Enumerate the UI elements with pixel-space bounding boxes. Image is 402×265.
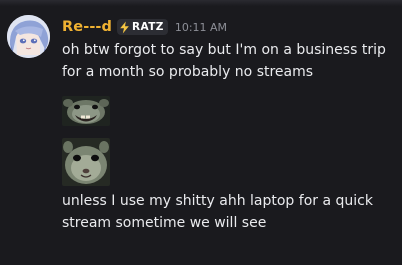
message-line: for a month so probably no streams (62, 64, 314, 80)
chat-view: Re---d RATZ 10:11 AM oh btw forgot to sa… (0, 0, 402, 265)
message-line: stream sometime we will see (62, 215, 267, 231)
staring-rat-emoji[interactable] (62, 138, 110, 186)
username[interactable]: Re---d (62, 19, 112, 35)
server-tag[interactable]: RATZ (117, 19, 168, 35)
avatar[interactable] (7, 15, 50, 58)
message-line: unless I use my shitty ahh laptop for a … (62, 193, 373, 209)
scroll-fade (0, 0, 402, 6)
lightning-bolt-icon (120, 21, 129, 33)
message-text-second: unless I use my shitty ahh laptop for a … (62, 190, 373, 234)
message-line: oh btw forgot to say but I'm on a busine… (62, 42, 386, 58)
server-tag-label: RATZ (132, 21, 164, 33)
grinning-rat-emoji[interactable] (62, 96, 110, 126)
message-header: Re---d RATZ 10:11 AM (62, 17, 227, 37)
message-text-first: oh btw forgot to say but I'm on a busine… (62, 39, 386, 83)
message-timestamp[interactable]: 10:11 AM (175, 21, 227, 34)
